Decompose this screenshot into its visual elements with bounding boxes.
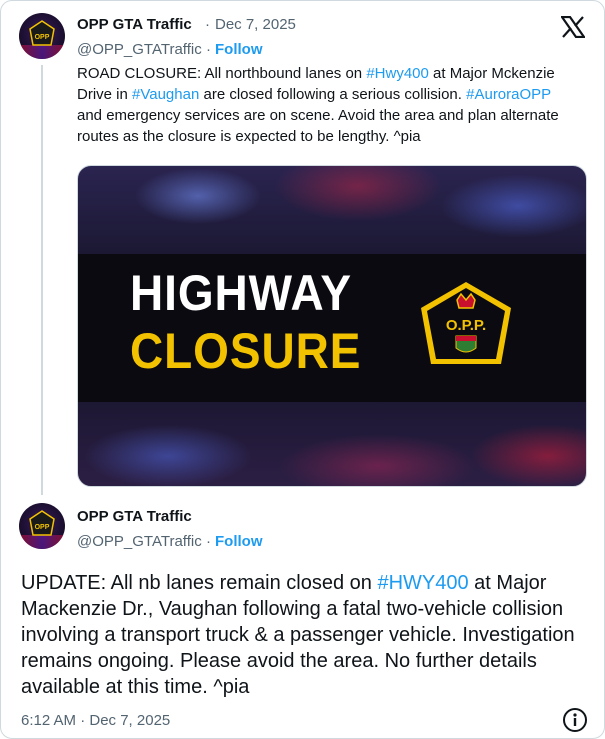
opp-badge-icon: O.P.P. bbox=[421, 282, 511, 364]
avatar[interactable]: OPP bbox=[19, 13, 65, 59]
text-segment: UPDATE: All nb lanes remain closed on bbox=[21, 572, 378, 594]
meta-separator: · bbox=[205, 16, 210, 33]
hashtag-link[interactable]: #AuroraOPP bbox=[466, 86, 551, 103]
follow-button[interactable]: Follow bbox=[215, 533, 263, 550]
handle[interactable]: @OPP_GTATraffic bbox=[77, 41, 202, 58]
text-segment: are closed following a serious collision… bbox=[199, 86, 467, 103]
svg-text:O.P.P.: O.P.P. bbox=[446, 317, 486, 334]
thread-line bbox=[41, 65, 43, 495]
banner-line-highway: HIGHWAY bbox=[130, 265, 353, 321]
avatar[interactable]: OPP bbox=[19, 503, 65, 549]
post-timestamp[interactable]: 6:12 AM · Dec 7, 2025 bbox=[21, 712, 170, 729]
opp-logo-icon: OPP bbox=[29, 510, 55, 536]
text-segment: and emergency services are on scene. Avo… bbox=[77, 107, 559, 145]
text-segment: ROAD CLOSURE: All northbound lanes on bbox=[77, 65, 367, 82]
handle[interactable]: @OPP_GTATraffic bbox=[77, 533, 202, 550]
opp-logo-icon: OPP bbox=[29, 20, 55, 46]
follow-button[interactable]: Follow bbox=[215, 41, 263, 58]
display-name[interactable]: OPP GTA Traffic bbox=[77, 508, 192, 525]
meta-separator: · bbox=[206, 41, 211, 58]
tweet-card: OPP OPP GTA Traffic · Dec 7, 2025 @OPP_G… bbox=[0, 0, 605, 739]
tweet-text: UPDATE: All nb lanes remain closed on #H… bbox=[21, 570, 591, 700]
meta-separator: · bbox=[206, 533, 211, 550]
svg-text:OPP: OPP bbox=[35, 524, 50, 531]
tweet-text: ROAD CLOSURE: All northbound lanes on #H… bbox=[77, 63, 577, 147]
banner-line-closure: CLOSURE bbox=[130, 323, 362, 379]
media-image[interactable]: HIGHWAY CLOSURE O.P.P. bbox=[77, 165, 587, 487]
hashtag-link[interactable]: #Hwy400 bbox=[366, 65, 429, 82]
svg-text:OPP: OPP bbox=[35, 34, 50, 41]
post-date[interactable]: Dec 7, 2025 bbox=[215, 16, 296, 33]
display-name[interactable]: OPP GTA Traffic bbox=[77, 16, 192, 33]
hashtag-link[interactable]: #HWY400 bbox=[377, 572, 468, 594]
x-logo-icon[interactable] bbox=[561, 16, 585, 38]
info-icon[interactable] bbox=[562, 707, 588, 733]
hashtag-link[interactable]: #Vaughan bbox=[132, 86, 199, 103]
